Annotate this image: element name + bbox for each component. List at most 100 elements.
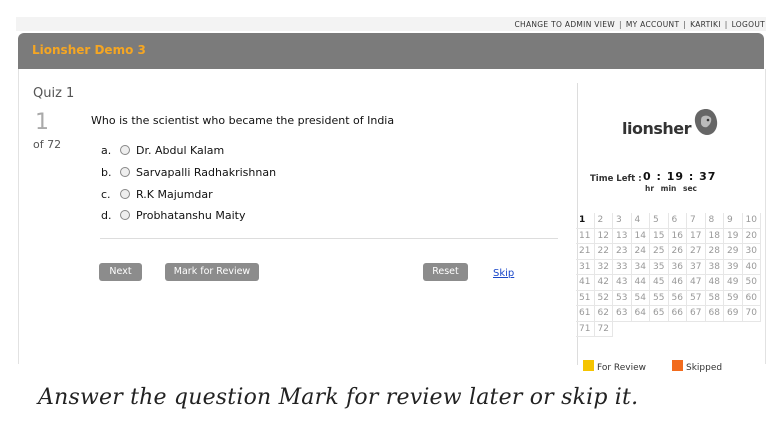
radio-button[interactable] [120, 189, 130, 199]
question-text: Who is the scientist who became the pres… [91, 114, 395, 127]
question-nav-item[interactable]: 17 [687, 228, 706, 244]
question-nav-item[interactable]: 16 [668, 228, 687, 244]
question-nav-item[interactable]: 41 [576, 275, 595, 291]
question-nav-item[interactable]: 28 [705, 244, 724, 260]
question-nav-item[interactable]: 13 [613, 228, 632, 244]
logo-text: lionsher [622, 119, 692, 138]
radio-button[interactable] [120, 145, 130, 155]
option-d[interactable]: d. Probhatanshu Maity [101, 209, 245, 222]
option-text: Sarvapalli Radhakrishnan [136, 166, 277, 179]
question-nav-item[interactable]: 8 [705, 213, 724, 229]
question-nav-item[interactable]: 19 [724, 228, 743, 244]
lion-head-icon [694, 109, 718, 135]
option-b[interactable]: b. Sarvapalli Radhakrishnan [101, 166, 276, 179]
logout-link[interactable]: LOGOUT [732, 20, 765, 29]
question-nav-item[interactable]: 71 [576, 321, 595, 337]
question-nav-item[interactable]: 55 [650, 290, 669, 306]
question-nav-item[interactable]: 21 [576, 244, 595, 260]
legend-skipped: Skipped [672, 360, 722, 373]
question-nav-item[interactable]: 11 [576, 228, 595, 244]
question-nav-item[interactable]: 32 [594, 259, 613, 275]
question-nav-item[interactable]: 51 [576, 290, 595, 306]
question-nav-item[interactable]: 3 [613, 213, 632, 229]
question-nav-item[interactable]: 63 [613, 306, 632, 322]
question-nav-item[interactable]: 18 [705, 228, 724, 244]
question-nav-item[interactable]: 27 [687, 244, 706, 260]
question-nav-item[interactable]: 66 [668, 306, 687, 322]
option-text: Probhatanshu Maity [136, 209, 246, 222]
question-nav-item[interactable]: 60 [742, 290, 761, 306]
question-nav-item[interactable]: 48 [705, 275, 724, 291]
legend-label: Skipped [686, 363, 723, 373]
question-nav-item[interactable]: 37 [687, 259, 706, 275]
question-nav-item[interactable]: 62 [594, 306, 613, 322]
question-nav-item[interactable]: 12 [594, 228, 613, 244]
question-nav-item[interactable]: 6 [668, 213, 687, 229]
question-nav-item[interactable]: 20 [742, 228, 761, 244]
legend-label: For Review [597, 363, 647, 373]
next-button[interactable]: Next [99, 263, 142, 281]
question-nav-item[interactable]: 53 [613, 290, 632, 306]
question-nav-item[interactable]: 33 [613, 259, 632, 275]
question-nav-item[interactable]: 4 [631, 213, 650, 229]
question-nav-item[interactable]: 47 [687, 275, 706, 291]
question-nav-item[interactable]: 59 [724, 290, 743, 306]
mark-for-review-button[interactable]: Mark for Review [165, 263, 259, 281]
question-nav-item[interactable]: 26 [668, 244, 687, 260]
separator: | [619, 20, 622, 29]
question-nav-item[interactable]: 56 [668, 290, 687, 306]
question-nav-item[interactable]: 69 [724, 306, 743, 322]
radio-button[interactable] [120, 167, 130, 177]
question-nav-item[interactable]: 42 [594, 275, 613, 291]
question-nav-item[interactable]: 39 [724, 259, 743, 275]
question-nav-item[interactable]: 72 [594, 321, 613, 337]
question-nav-item[interactable]: 43 [613, 275, 632, 291]
question-nav-item[interactable]: 22 [594, 244, 613, 260]
question-nav-item[interactable]: 70 [742, 306, 761, 322]
question-nav-item[interactable]: 54 [631, 290, 650, 306]
question-nav-item[interactable]: 35 [650, 259, 669, 275]
question-nav-item[interactable]: 52 [594, 290, 613, 306]
page-header: Lionsher Demo 3 [18, 33, 764, 69]
separator: | [724, 20, 728, 29]
radio-button[interactable] [120, 210, 130, 220]
my-account-link[interactable]: MY ACCOUNT [626, 20, 680, 29]
reset-button[interactable]: Reset [423, 263, 468, 281]
question-nav-item[interactable]: 31 [576, 259, 595, 275]
question-nav-item[interactable]: 7 [687, 213, 706, 229]
question-nav-item[interactable]: 10 [742, 213, 761, 229]
question-nav-item[interactable]: 49 [724, 275, 743, 291]
question-nav-item[interactable]: 40 [742, 259, 761, 275]
question-nav-item[interactable]: 65 [650, 306, 669, 322]
question-nav-item[interactable]: 25 [650, 244, 669, 260]
question-nav-item[interactable]: 58 [705, 290, 724, 306]
question-nav-item[interactable]: 67 [687, 306, 706, 322]
option-c[interactable]: c. R.K Majumdar [101, 188, 213, 201]
question-nav-item[interactable]: 38 [705, 259, 724, 275]
question-nav-item[interactable]: 68 [705, 306, 724, 322]
question-nav-item[interactable]: 30 [742, 244, 761, 260]
question-nav-item[interactable]: 64 [631, 306, 650, 322]
question-nav-item[interactable]: 24 [631, 244, 650, 260]
question-nav-item[interactable]: 36 [668, 259, 687, 275]
question-nav-item[interactable]: 23 [613, 244, 632, 260]
question-nav-item[interactable]: 45 [650, 275, 669, 291]
username-link[interactable]: KARTIKI [690, 20, 721, 29]
question-nav-item[interactable]: 1 [576, 213, 595, 229]
question-nav-item[interactable]: 14 [631, 228, 650, 244]
question-nav-item[interactable]: 57 [687, 290, 706, 306]
skip-link[interactable]: Skip [493, 268, 514, 279]
option-a[interactable]: a. Dr. Abdul Kalam [101, 144, 224, 157]
question-nav-item[interactable]: 34 [631, 259, 650, 275]
question-nav-item[interactable]: 2 [594, 213, 613, 229]
question-nav-item[interactable]: 61 [576, 306, 595, 322]
question-nav-item[interactable]: 46 [668, 275, 687, 291]
question-nav-item[interactable]: 44 [631, 275, 650, 291]
question-nav-item[interactable]: 9 [724, 213, 743, 229]
page-title: Lionsher Demo 3 [32, 43, 146, 57]
question-nav-item[interactable]: 5 [650, 213, 669, 229]
question-nav-item[interactable]: 29 [724, 244, 743, 260]
change-admin-view-link[interactable]: CHANGE TO ADMIN VIEW [514, 20, 615, 29]
question-nav-item[interactable]: 15 [650, 228, 669, 244]
question-nav-item[interactable]: 50 [742, 275, 761, 291]
